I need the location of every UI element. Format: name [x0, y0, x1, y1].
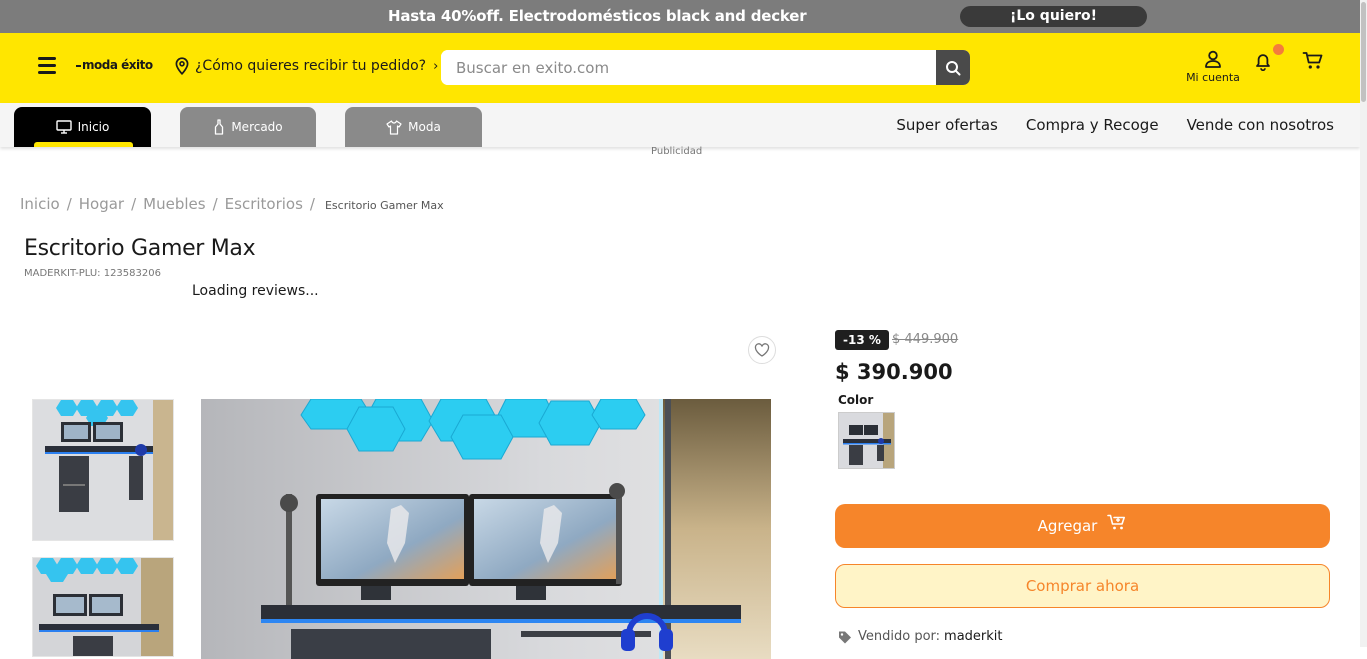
old-price: $ 449.900 — [892, 332, 959, 347]
ad-label: Publicidad — [651, 146, 703, 157]
logo-text: moda éxito — [82, 58, 153, 72]
category-navbar: Inicio Mercado Moda Super ofertas Compra… — [0, 103, 1360, 147]
add-to-cart-button[interactable]: Agregar — [835, 504, 1330, 548]
product-thumbnail[interactable] — [32, 399, 174, 541]
product-sku: MADERKIT-PLU: 123583206 — [24, 268, 161, 279]
cart-button[interactable] — [1302, 51, 1324, 75]
notifications-button[interactable] — [1253, 44, 1284, 75]
product-title: Escritorio Gamer Max — [24, 236, 256, 261]
gaming-desk-image — [33, 400, 173, 540]
search-input[interactable] — [441, 50, 936, 85]
breadcrumb-separator: / — [131, 195, 137, 213]
tab-mercado[interactable]: Mercado — [180, 107, 316, 147]
cart-icon — [1302, 52, 1323, 69]
color-label: Color — [838, 393, 874, 407]
delivery-label: ¿Cómo quieres recibir tu pedido? — [195, 58, 427, 74]
heart-icon — [754, 343, 770, 357]
breadcrumb-item[interactable]: Hogar — [79, 195, 124, 213]
gaming-desk-image — [33, 558, 173, 656]
nav-link-compra-recoge[interactable]: Compra y Recoge — [1026, 116, 1159, 134]
breadcrumb-separator: / — [66, 195, 72, 213]
tab-label: Mercado — [231, 120, 283, 134]
account-button[interactable]: Mi cuenta — [1180, 50, 1246, 84]
gaming-desk-image — [201, 399, 771, 659]
promo-bar: Hasta 40%off. Electrodomésticos black an… — [0, 0, 1360, 33]
tag-icon — [839, 631, 851, 643]
gaming-desk-image — [839, 413, 894, 468]
menu-icon[interactable] — [38, 57, 56, 75]
tab-label: Inicio — [77, 120, 110, 134]
user-icon — [1205, 50, 1221, 68]
tab-moda[interactable]: Moda — [345, 107, 482, 147]
active-tab-indicator — [34, 142, 133, 147]
bottle-icon — [215, 119, 224, 135]
product-thumbnail[interactable] — [32, 557, 174, 657]
tab-label: Moda — [408, 120, 441, 134]
seller-name[interactable]: maderkit — [944, 629, 1002, 644]
scrollbar-thumb[interactable] — [1361, 2, 1366, 102]
logo[interactable]: moda éxito — [76, 58, 153, 72]
search-icon — [946, 60, 961, 75]
breadcrumb: Inicio / Hogar / Muebles / Escritorios / Esc… — [20, 195, 444, 213]
search-button[interactable] — [936, 50, 970, 85]
location-pin-icon — [175, 57, 189, 75]
buy-now-button[interactable]: Comprar ahora — [835, 564, 1330, 608]
search-bar — [441, 50, 970, 85]
promo-cta-button[interactable]: ¡Lo quiero! — [960, 6, 1147, 27]
notification-badge — [1273, 44, 1284, 55]
breadcrumb-current: Escritorio Gamer Max — [324, 199, 444, 212]
discount-badge: -13 % — [835, 330, 889, 350]
page-scrollbar[interactable] — [1360, 0, 1367, 647]
current-price: $ 390.900 — [835, 360, 953, 384]
seller-prefix: Vendido por: — [858, 629, 941, 644]
chevron-right-icon: › — [433, 58, 439, 74]
breadcrumb-separator: / — [309, 195, 315, 213]
reviews-status: Loading reviews... — [192, 283, 319, 299]
shirt-icon — [386, 119, 402, 135]
product-main-image[interactable] — [201, 399, 771, 659]
nav-links: Super ofertas Compra y Recoge Vende con … — [896, 116, 1334, 134]
nav-link-vende[interactable]: Vende con nosotros — [1187, 116, 1334, 134]
delivery-selector[interactable]: ¿Cómo quieres recibir tu pedido? › — [174, 57, 438, 75]
nav-link-super-ofertas[interactable]: Super ofertas — [896, 116, 997, 134]
site-header: moda éxito ¿Cómo quieres recibir tu pedi… — [0, 33, 1360, 103]
breadcrumb-item[interactable]: Muebles — [143, 195, 205, 213]
breadcrumb-separator: / — [212, 195, 218, 213]
color-swatch[interactable] — [838, 412, 895, 469]
breadcrumb-item[interactable]: Escritorios — [225, 195, 303, 213]
favorite-button[interactable] — [748, 336, 776, 364]
add-to-cart-label: Agregar — [1037, 517, 1098, 535]
monitor-icon — [55, 120, 72, 134]
seller-info: Vendido por: maderkit — [838, 629, 1003, 644]
account-label: Mi cuenta — [1186, 71, 1240, 84]
breadcrumb-item[interactable]: Inicio — [20, 195, 60, 213]
tab-inicio[interactable]: Inicio — [14, 107, 151, 147]
promo-text: Hasta 40%off. Electrodomésticos black an… — [388, 7, 807, 25]
cart-add-icon — [1107, 514, 1126, 530]
bell-icon — [1256, 54, 1270, 72]
